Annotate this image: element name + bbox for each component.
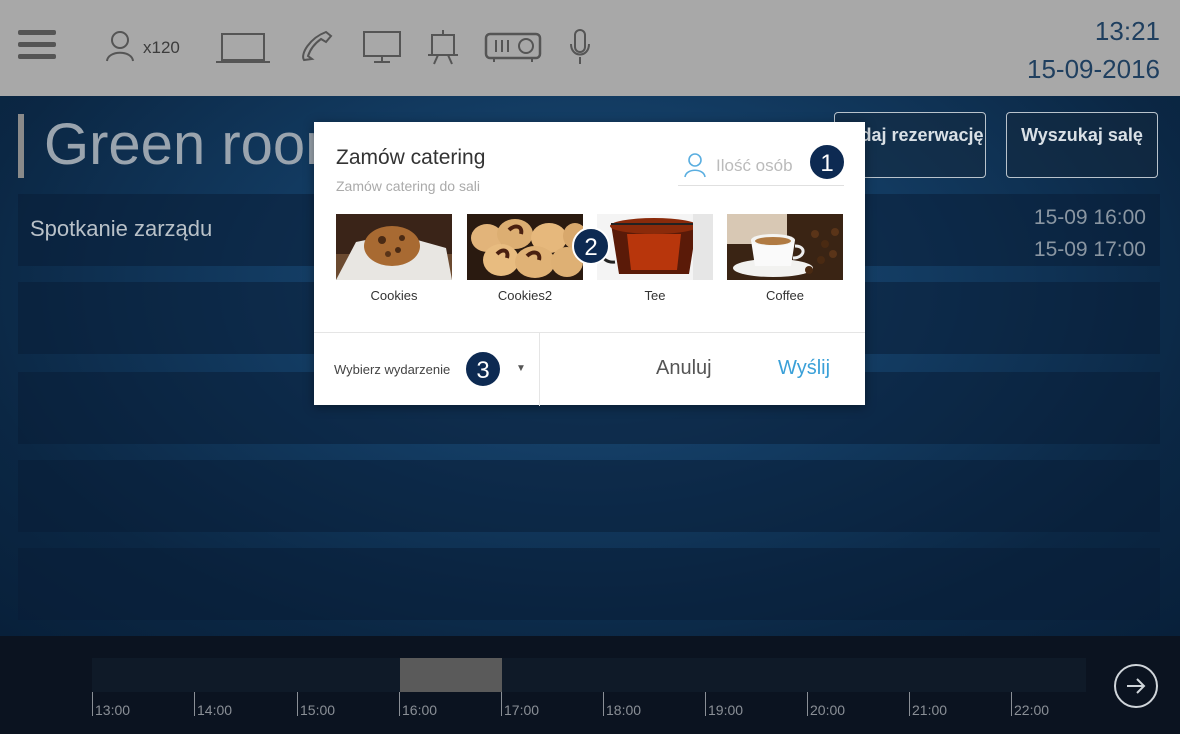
- timeline-tick: 14:00: [194, 692, 254, 718]
- timeline-tick: 17:00: [501, 692, 561, 718]
- timeline-tick-label: 20:00: [810, 702, 846, 718]
- tee-image: [597, 214, 713, 280]
- catering-item-label: Tee: [644, 288, 666, 303]
- timeline-tick-label: 14:00: [197, 702, 233, 718]
- timeline: 13:00 14:00 15:00 16:00 17:00 18:00 19:0…: [0, 636, 1180, 734]
- microphone-icon: [570, 28, 590, 66]
- phone-icon: [298, 28, 334, 64]
- callout-badge: 1: [808, 143, 846, 181]
- timeline-tick: 20:00: [807, 692, 867, 718]
- catering-item-tee[interactable]: Tee: [597, 214, 713, 303]
- dialog-title: Zamów catering: [336, 146, 486, 169]
- timeline-selection[interactable]: [400, 658, 502, 692]
- catering-item-coffee[interactable]: Coffee: [727, 214, 843, 303]
- event-title: Spotkanie zarządu: [30, 216, 213, 241]
- coffee-image: [727, 214, 843, 280]
- event-select-label: Wybierz wydarzenie: [334, 362, 451, 377]
- event-start: 15-09 16:00: [1033, 206, 1146, 229]
- person-icon: [104, 30, 136, 62]
- search-room-label: Wyszukaj salę: [1021, 125, 1143, 145]
- timeline-tick: 18:00: [603, 692, 663, 718]
- clock-date: 15-09-2016: [1027, 54, 1160, 84]
- event-end: 15-09 17:00: [1033, 238, 1146, 261]
- laptop-icon: [216, 32, 270, 64]
- catering-item-label: Cookies2: [497, 288, 553, 303]
- cookies-image: [336, 214, 452, 280]
- cancel-button[interactable]: Anuluj: [656, 357, 712, 380]
- timeline-tick-label: 21:00: [912, 702, 948, 718]
- projector-icon: [484, 32, 542, 64]
- timeline-tick: 15:00: [297, 692, 357, 718]
- monitor-icon: [362, 30, 402, 64]
- clock-time: 13:21: [1094, 16, 1160, 46]
- next-arrow-icon[interactable]: [1114, 664, 1158, 708]
- catering-item-label: Cookies: [370, 288, 418, 303]
- empty-event-row: [18, 548, 1160, 620]
- send-button[interactable]: Wyślij: [778, 357, 830, 380]
- top-bar: x120 13:21 15-09-2016: [0, 0, 1180, 96]
- catering-item-cookies2[interactable]: Cookies2: [467, 214, 583, 303]
- search-room-button[interactable]: Wyszukaj salę: [1006, 112, 1158, 178]
- catering-item-label: Coffee: [765, 288, 805, 303]
- timeline-tick: 19:00: [705, 692, 765, 718]
- timeline-tick-label: 16:00: [402, 702, 438, 718]
- flipchart-icon: [428, 30, 458, 66]
- dialog-footer: Wybierz wydarzenie ▼ Anuluj Wyślij: [314, 332, 865, 406]
- timeline-tick: 13:00: [92, 692, 152, 718]
- timeline-tick: 22:00: [1011, 692, 1071, 718]
- timeline-tick: 16:00: [399, 692, 459, 718]
- event-select[interactable]: Wybierz wydarzenie ▼: [314, 333, 540, 406]
- dialog-subtitle: Zamów catering do sali: [336, 178, 480, 194]
- event-times: 15-09 16:00 15-09 17:00: [1034, 202, 1146, 266]
- timeline-tick-label: 13:00: [95, 702, 131, 718]
- callout-badge: 3: [464, 350, 502, 388]
- timeline-tick-label: 19:00: [708, 702, 744, 718]
- person-icon: [684, 152, 706, 183]
- capacity-count: x120: [143, 38, 180, 57]
- timeline-tick-label: 22:00: [1014, 702, 1050, 718]
- menu-icon[interactable]: [18, 30, 56, 62]
- caret-down-icon: ▼: [516, 363, 526, 374]
- timeline-tick-label: 15:00: [300, 702, 336, 718]
- timeline-track[interactable]: [92, 658, 1086, 692]
- timeline-tick-label: 17:00: [504, 702, 540, 718]
- catering-item-cookies[interactable]: Cookies: [336, 214, 452, 303]
- empty-event-row: [18, 460, 1160, 532]
- timeline-tick: 21:00: [909, 692, 969, 718]
- callout-badge: 2: [572, 227, 610, 265]
- room-title: Green room: [18, 114, 353, 178]
- clock: 13:21 15-09-2016: [1027, 12, 1160, 88]
- cookies2-image: [467, 214, 583, 280]
- timeline-tick-label: 18:00: [606, 702, 642, 718]
